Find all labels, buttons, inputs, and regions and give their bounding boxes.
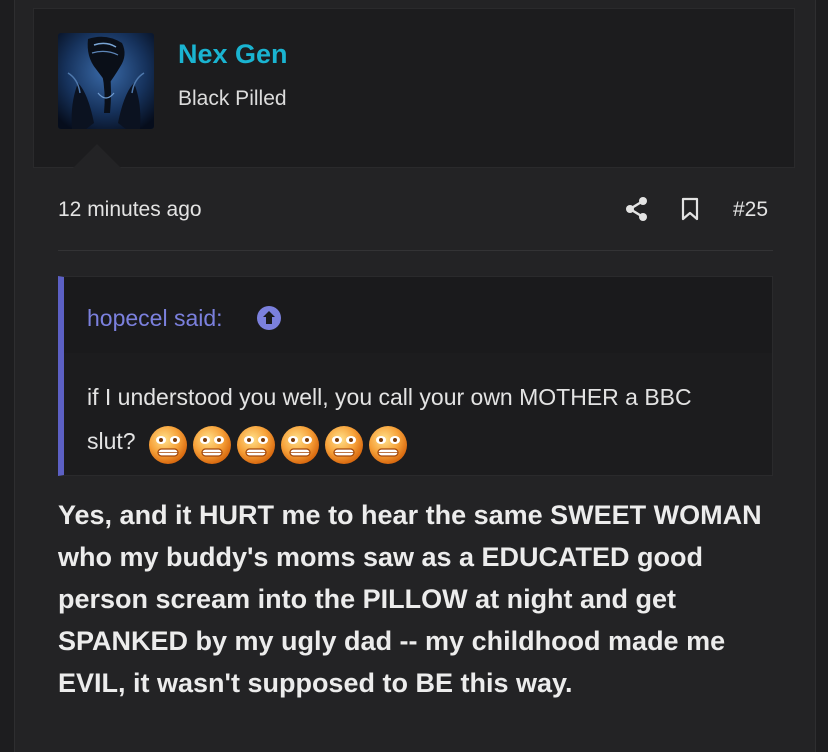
- user-info-block: Nex Gen Black Pilled: [33, 8, 795, 168]
- bookmark-icon[interactable]: [680, 197, 700, 221]
- smiley-emoticon-icon: [148, 425, 187, 464]
- user-title: Black Pilled: [178, 87, 287, 110]
- post-meta-row: 12 minutes ago #25: [58, 190, 773, 230]
- smiley-emoticon-icon: [324, 425, 363, 464]
- smiley-emoticon-icon: [368, 425, 407, 464]
- quote-block: hopecel said: if I understood you well, …: [58, 276, 773, 476]
- user-block-pointer: [73, 144, 121, 168]
- smiley-emoticon-icon: [280, 425, 319, 464]
- post-timestamp[interactable]: 12 minutes ago: [58, 198, 202, 222]
- arrow-up-circle-icon[interactable]: [257, 306, 281, 330]
- quote-header: hopecel said:: [64, 277, 772, 353]
- post-body-text: Yes, and it HURT me to hear the same SWE…: [58, 500, 762, 698]
- post-container: Nex Gen Black Pilled 12 minutes ago #25 …: [14, 0, 816, 752]
- share-icon[interactable]: [625, 196, 649, 222]
- quote-author-link[interactable]: hopecel said:: [87, 305, 223, 332]
- post-number-link[interactable]: #25: [733, 198, 768, 222]
- user-avatar[interactable]: [58, 33, 154, 129]
- smiley-emoticon-icon: [192, 425, 231, 464]
- meta-divider: [58, 250, 773, 251]
- smiley-group: [144, 421, 408, 465]
- quote-text-container: if I understood you well, you call your …: [87, 375, 727, 465]
- avatar-image: [58, 33, 154, 129]
- username-link[interactable]: Nex Gen: [178, 39, 288, 70]
- smiley-emoticon-icon: [236, 425, 275, 464]
